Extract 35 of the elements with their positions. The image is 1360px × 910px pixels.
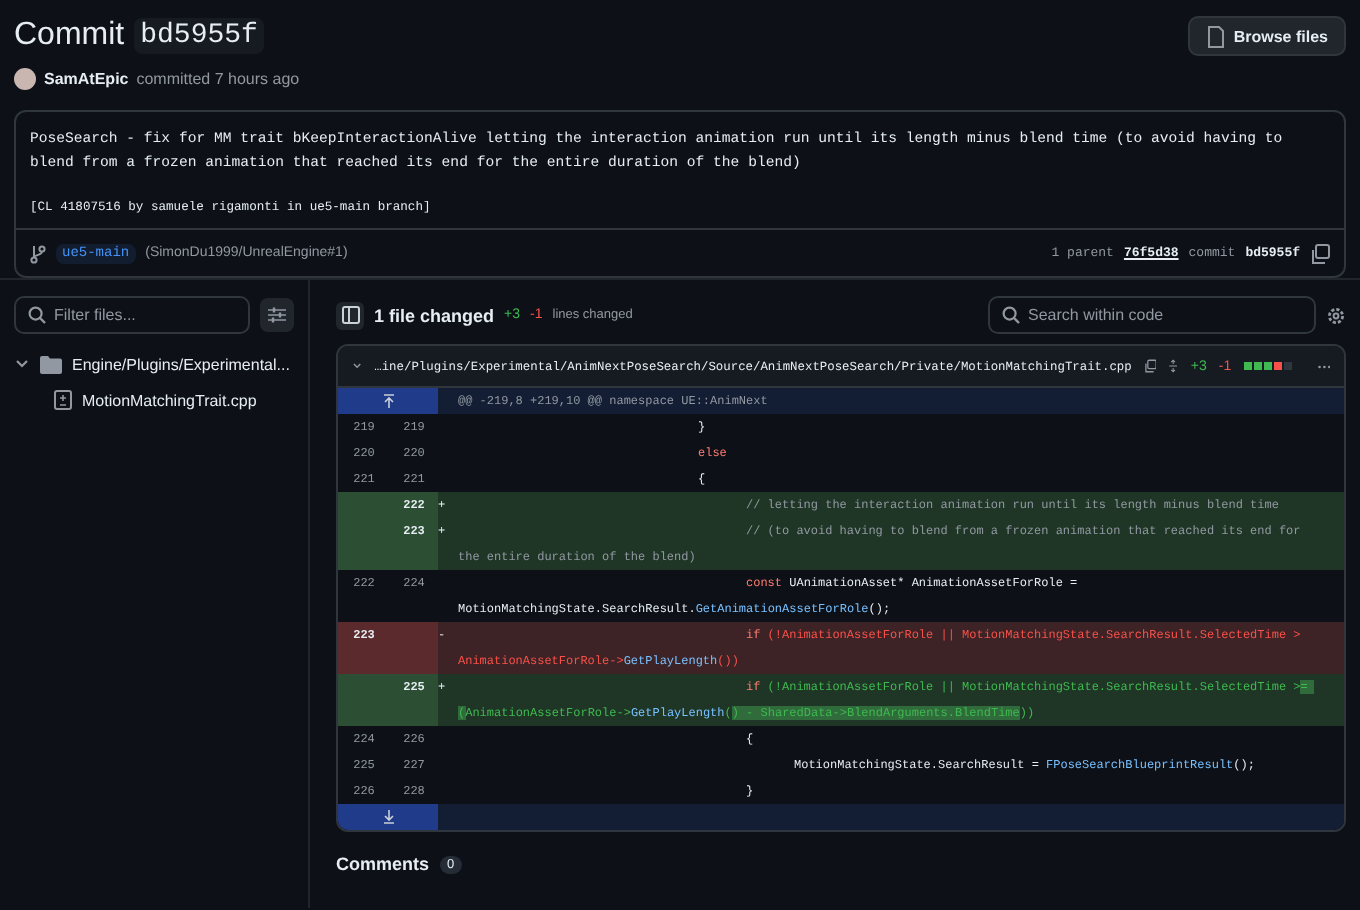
copy-icon[interactable] bbox=[1310, 243, 1330, 263]
comments-heading: Comments bbox=[336, 854, 430, 874]
search-icon bbox=[28, 306, 46, 324]
sidebar-icon bbox=[341, 306, 359, 324]
settings-icon[interactable] bbox=[1326, 305, 1346, 325]
author-name[interactable]: SamAtEpic bbox=[44, 69, 129, 87]
commit-time: committed 7 hours ago bbox=[136, 69, 300, 87]
more-icon[interactable] bbox=[1317, 363, 1330, 369]
filter-field[interactable]: Filter files... bbox=[14, 296, 250, 334]
chevron-icon[interactable] bbox=[14, 356, 30, 372]
browse-files-button[interactable]: Browse files bbox=[1187, 16, 1346, 56]
file-icon bbox=[1205, 25, 1226, 47]
gutter-cell bbox=[338, 674, 390, 726]
sliders-icon bbox=[268, 306, 286, 324]
arrow-down-icon bbox=[381, 810, 395, 824]
page-title: Commit bbox=[14, 18, 125, 54]
expand-icon[interactable] bbox=[1168, 356, 1179, 376]
folder-name[interactable]: Engine/Plugins/Experimental... bbox=[72, 355, 290, 373]
folder-icon bbox=[40, 355, 62, 373]
files-changed-count: 1 file changed bbox=[374, 305, 495, 325]
gutter-cell bbox=[390, 622, 438, 674]
avatar bbox=[14, 67, 36, 89]
panel-toggle-button[interactable] bbox=[336, 301, 364, 329]
arrow-up-icon bbox=[381, 394, 395, 408]
code-search-field[interactable]: Search within code bbox=[988, 296, 1316, 334]
chevron-icon[interactable] bbox=[352, 358, 363, 374]
expand-down-button[interactable] bbox=[338, 804, 438, 830]
filter-settings-button[interactable] bbox=[260, 298, 294, 332]
copy-icon[interactable] bbox=[1143, 356, 1157, 376]
search-icon bbox=[1002, 306, 1020, 324]
file-name[interactable]: MotionMatchingTrait.cpp bbox=[82, 391, 257, 409]
commit-sha: bd5955f bbox=[134, 18, 264, 54]
branch-icon bbox=[30, 243, 46, 263]
file-icon bbox=[54, 390, 72, 410]
expand-up-button[interactable] bbox=[338, 388, 438, 414]
